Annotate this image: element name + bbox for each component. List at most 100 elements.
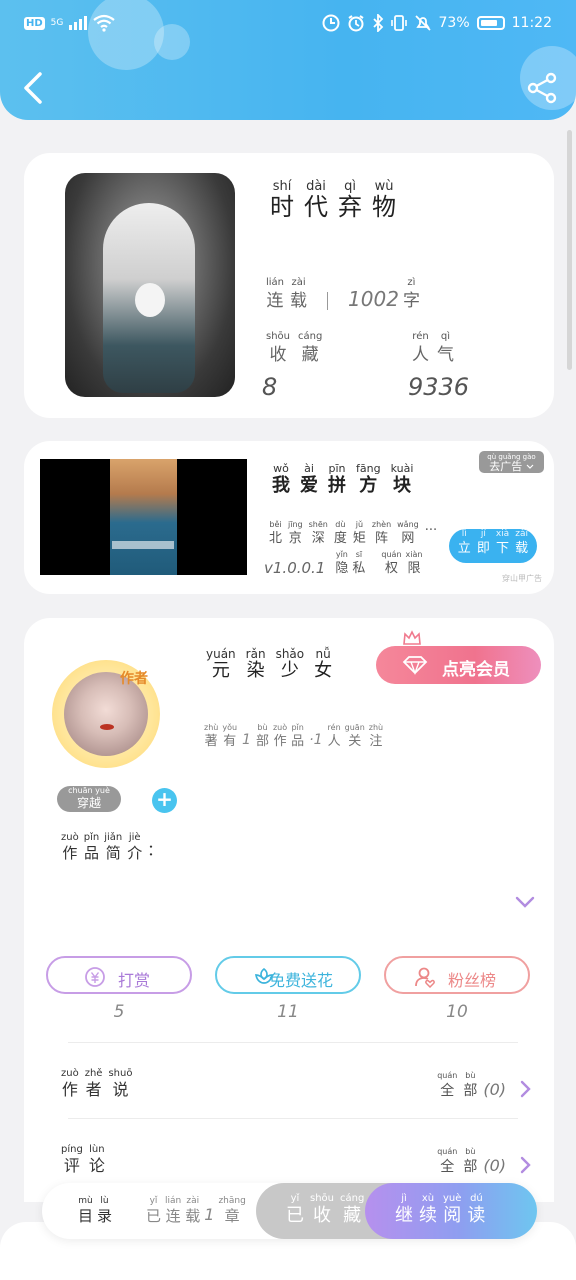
pinyin-char: cáng 藏 bbox=[298, 331, 323, 365]
comments-title[interactable]: píng 评 lùn 论 bbox=[61, 1144, 105, 1176]
cover-skull bbox=[135, 283, 165, 317]
book-meta-line: lián 连 zài 载 1002 zì 字 bbox=[266, 277, 420, 313]
reward-count: 5 bbox=[113, 1002, 125, 1022]
bottom-action-bar: mù 目 lù 录 yǐ 已 lián 连 zài 载 1 zhāng 章 yǐ 已 shōu 收 cán… bbox=[42, 1183, 537, 1239]
scrollbar[interactable] bbox=[567, 130, 572, 370]
pinyin-char: jí 即 bbox=[476, 529, 490, 556]
intro-heading: zuò 作 pǐn 品 jiǎn 简 jiè 介 ： bbox=[61, 832, 162, 862]
ad-footer: 穿山甲广告 bbox=[502, 574, 542, 583]
pinyin-char: ài 爱 bbox=[300, 462, 318, 497]
pinyin-char: dú 读 bbox=[467, 1193, 486, 1226]
pinyin-char: cáng 藏 bbox=[340, 1193, 365, 1226]
ad-permission-link[interactable]: quán 权 xiàn 限 bbox=[381, 549, 422, 577]
pinyin-char: zhě 者 bbox=[84, 1068, 103, 1099]
pinyin-char: rǎn 染 bbox=[245, 647, 266, 681]
pinyin-char: zhù 注 bbox=[368, 723, 384, 749]
divider bbox=[68, 1042, 518, 1043]
pinyin-char: dù 度 bbox=[333, 520, 347, 546]
clock-time: 11:22 bbox=[511, 15, 552, 31]
pinyin-char: pǐn 品 bbox=[83, 832, 100, 862]
ad-version: v1.0.0.1 bbox=[264, 559, 326, 577]
pinyin-char: běi 北 bbox=[269, 520, 283, 546]
pinyin-char: lián 连 bbox=[266, 277, 285, 311]
pinyin-char: wǎng 网 bbox=[397, 520, 419, 546]
popularity-count: 9336 bbox=[408, 373, 470, 401]
meta-separator bbox=[327, 292, 329, 310]
back-arrow-icon[interactable] bbox=[18, 70, 48, 106]
pinyin-char: zài 载 bbox=[515, 529, 529, 556]
send-flower-button[interactable]: 免费送花 bbox=[215, 956, 361, 994]
continue-reading-button[interactable]: jì 继 xù 续 yuè 阅 dú 读 bbox=[365, 1183, 537, 1239]
fan-rank-label: 粉丝榜 bbox=[448, 971, 497, 990]
works-suffix: bù 部 zuò 作 pǐn 品 bbox=[256, 722, 304, 750]
pinyin-char: jiǎn 简 bbox=[104, 832, 123, 862]
pinyin-char: bù 部 bbox=[255, 723, 269, 749]
table-of-contents-button[interactable]: mù 目 lù 录 bbox=[78, 1195, 112, 1225]
hd-badge: HD bbox=[24, 16, 45, 30]
network-label: 5G bbox=[50, 18, 64, 28]
followers-count: ·1 bbox=[309, 732, 323, 748]
pinyin-char: jì 继 bbox=[395, 1193, 413, 1226]
popularity-label: rén 人 qì 气 bbox=[412, 331, 454, 367]
chevron-down-icon[interactable] bbox=[514, 894, 536, 910]
ad-publisher: běi 北 jīng 京 shēn 深 dù 度 jǔ 矩 zhèn 阵 wǎng 网... bbox=[269, 519, 437, 547]
ad-video-person bbox=[110, 459, 177, 575]
word-count: 1002 bbox=[348, 287, 399, 311]
pinyin-char: yǐ 已 bbox=[146, 1196, 162, 1225]
pinyin-char: yǐn 隐 bbox=[335, 550, 349, 576]
author-says-title[interactable]: zuò 作 zhě 者 shuō 说 bbox=[61, 1068, 132, 1100]
pinyin-char: shēn 深 bbox=[308, 520, 328, 546]
mute-icon bbox=[414, 15, 431, 31]
all-label: quán 全 bù 部 bbox=[437, 1070, 477, 1100]
genre-tag[interactable]: chuān yuè 穿越 bbox=[57, 786, 121, 812]
pinyin-char: zài 载 bbox=[185, 1196, 201, 1225]
ad-privacy-link[interactable]: yǐn 隐 sī 私 bbox=[335, 549, 365, 577]
author-says-all-link[interactable]: quán 全 bù 部 (0) bbox=[437, 1070, 532, 1100]
pinyin-char: qì 气 bbox=[437, 331, 454, 365]
reward-label: 打赏 bbox=[118, 971, 151, 990]
pinyin-char: bù 部 bbox=[463, 1147, 478, 1175]
bluetooth-icon bbox=[372, 14, 383, 32]
comments-all-link[interactable]: quán 全 bù 部 (0) bbox=[437, 1146, 532, 1176]
share-icon[interactable] bbox=[526, 72, 558, 104]
pinyin-char: zuò 作 bbox=[61, 1068, 79, 1099]
battery-icon bbox=[476, 16, 505, 30]
crown-icon bbox=[403, 630, 421, 645]
pinyin-char: mù 目 bbox=[78, 1196, 94, 1225]
pinyin-char: zhèn 阵 bbox=[371, 520, 392, 546]
data-saver-icon bbox=[322, 14, 340, 32]
chevron-right-icon bbox=[520, 1156, 531, 1174]
download-button[interactable]: lì 立 jí 即 xià 下 zài 载 bbox=[449, 529, 537, 563]
pinyin-char: píng 评 bbox=[61, 1144, 83, 1175]
pinyin-char: jǔ 矩 bbox=[352, 520, 366, 546]
pinyin-char: zài 载 bbox=[290, 277, 308, 311]
remove-ad-button[interactable]: qù guǎng gào 去广告 bbox=[479, 451, 544, 473]
pinyin-char: lùn 论 bbox=[88, 1144, 105, 1175]
vip-button[interactable]: 点亮会员 bbox=[376, 646, 541, 684]
author-stats: zhù 著 yǒu 有 1 bù 部 zuò 作 pǐn 品 ·1 rén 人 guān 关 zhù 注 bbox=[204, 722, 383, 750]
pinyin-char: rén 人 bbox=[327, 723, 341, 749]
book-cover-image[interactable] bbox=[65, 173, 235, 397]
pinyin-char: lì 立 bbox=[457, 529, 471, 556]
chevron-down-icon bbox=[526, 464, 534, 469]
pinyin-char: pīn 拼 bbox=[328, 462, 346, 497]
pinyin-char: shí 时 bbox=[270, 179, 294, 221]
pinyin-char: xià 下 bbox=[495, 529, 510, 556]
ad-video[interactable] bbox=[40, 459, 247, 575]
download-label: lì 立 jí 即 xià 下 zài 载 bbox=[449, 529, 537, 558]
fan-rank-button[interactable]: 粉丝榜 bbox=[384, 956, 530, 994]
pinyin-char: sī 私 bbox=[352, 550, 366, 576]
pinyin-char: zuò 作 bbox=[61, 832, 79, 862]
vip-label: 点亮会员 bbox=[442, 660, 510, 680]
ad-card[interactable]: wǒ 我 ài 爱 pīn 拼 fāng 方 kuài 块 běi 北 jīng 京 shēn 深 dù 度 jǔ… bbox=[24, 441, 554, 594]
pinyin-char: nǚ 女 bbox=[314, 647, 333, 681]
divider bbox=[68, 1118, 518, 1119]
reward-button[interactable]: 打赏 bbox=[46, 956, 192, 994]
pinyin-char: pǐn 品 bbox=[291, 723, 305, 749]
add-tag-button[interactable]: + bbox=[152, 788, 177, 813]
chevron-right-icon bbox=[520, 1080, 531, 1098]
works-count: 1 bbox=[242, 732, 251, 748]
pinyin-char: qì 弃 bbox=[338, 179, 362, 221]
battery-percent: 73% bbox=[438, 15, 470, 31]
header-bar: HD 5G 73% 11:22 bbox=[0, 0, 576, 120]
